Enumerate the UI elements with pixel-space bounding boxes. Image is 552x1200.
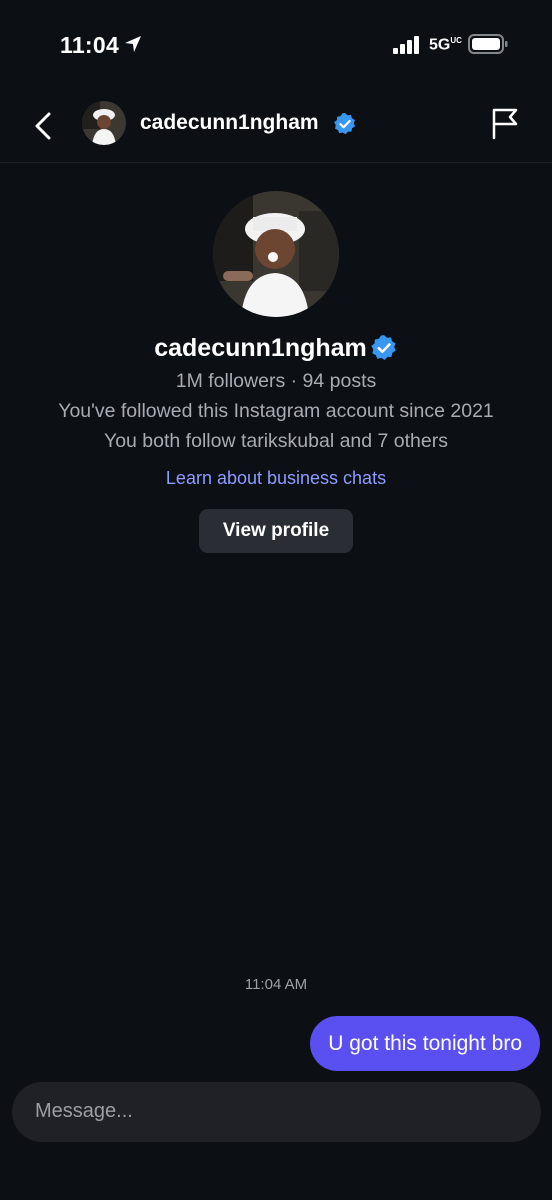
verified-badge-icon bbox=[371, 335, 396, 361]
chevron-left-icon[interactable] bbox=[30, 108, 58, 144]
message-input-placeholder: Message... bbox=[35, 1100, 133, 1122]
message-timestamp: 11:04 AM bbox=[244, 976, 308, 993]
cellular-signal-icon bbox=[393, 36, 419, 54]
profile-username: cadecunn1ngham bbox=[0, 333, 552, 363]
mutual-follows-text: You both follow tarikskubal and 7 others bbox=[103, 430, 448, 452]
chat-header: cadecunn1ngham bbox=[0, 90, 552, 163]
header-username[interactable]: cadecunn1ngham bbox=[140, 111, 319, 135]
status-time: 11:04 bbox=[60, 32, 120, 58]
sent-message-bubble[interactable]: U got this tonight bro bbox=[310, 1016, 540, 1071]
status-bar: 11:04 5GUC bbox=[0, 0, 552, 90]
followed-since-text: You've followed this Instagram account s… bbox=[58, 400, 494, 422]
verified-badge-icon bbox=[334, 113, 355, 135]
message-input[interactable]: Message... bbox=[12, 1082, 541, 1142]
flag-icon[interactable] bbox=[490, 106, 520, 140]
network-type: 5GUC bbox=[429, 36, 462, 54]
header-avatar[interactable] bbox=[82, 101, 126, 145]
location-arrow-icon bbox=[125, 36, 141, 52]
profile-stats: 1M followers · 94 posts bbox=[175, 370, 377, 392]
learn-business-chats-link[interactable]: Learn about business chats bbox=[0, 468, 552, 489]
profile-avatar[interactable] bbox=[213, 191, 339, 317]
view-profile-button[interactable]: View profile bbox=[199, 509, 353, 553]
battery-icon bbox=[468, 34, 508, 54]
